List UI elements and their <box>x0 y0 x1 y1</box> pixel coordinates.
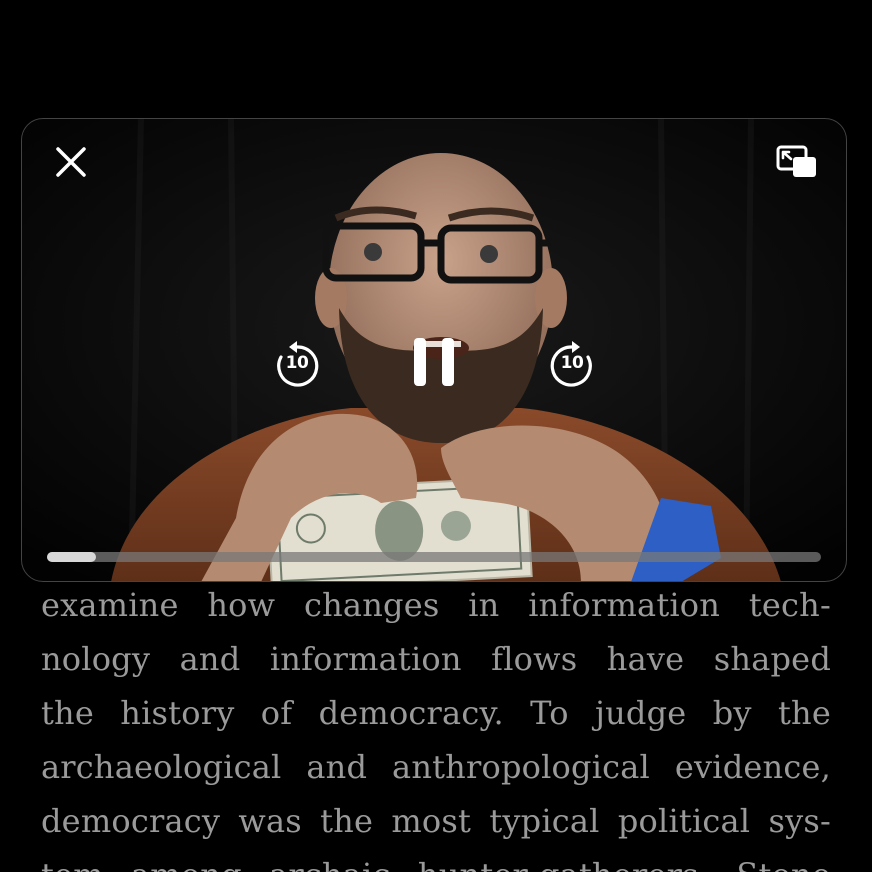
progress-bar[interactable] <box>47 552 821 562</box>
close-button[interactable] <box>51 142 91 182</box>
screen: examine how changes in information tech-… <box>0 0 872 872</box>
pause-icon <box>414 338 454 386</box>
close-icon <box>56 147 86 177</box>
reader-line: the history of democracy. To judge by th… <box>41 694 831 732</box>
video-player[interactable]: 10 10 <box>21 118 847 582</box>
picture-in-picture-icon <box>776 145 816 177</box>
reader-line: tem among archaic hunter-gatherers. Ston… <box>41 848 831 872</box>
pip-restore-button[interactable] <box>774 142 820 182</box>
reader-line: democracy was the most typical political… <box>41 802 831 840</box>
pause-button[interactable] <box>411 334 457 390</box>
forward-10-label: 10 <box>560 353 584 373</box>
reader-line: archaeological and anthropological evide… <box>41 748 831 786</box>
rewind-10-button[interactable]: 10 <box>273 339 321 391</box>
reader-line: examine how changes in information tech- <box>41 586 831 624</box>
reader-text: examine how changes in information tech-… <box>41 578 831 872</box>
progress-fill <box>47 552 96 562</box>
forward-10-button[interactable]: 10 <box>548 339 596 391</box>
rewind-10-label: 10 <box>285 353 309 373</box>
reader-line: nology and information flows have shaped <box>41 640 831 678</box>
